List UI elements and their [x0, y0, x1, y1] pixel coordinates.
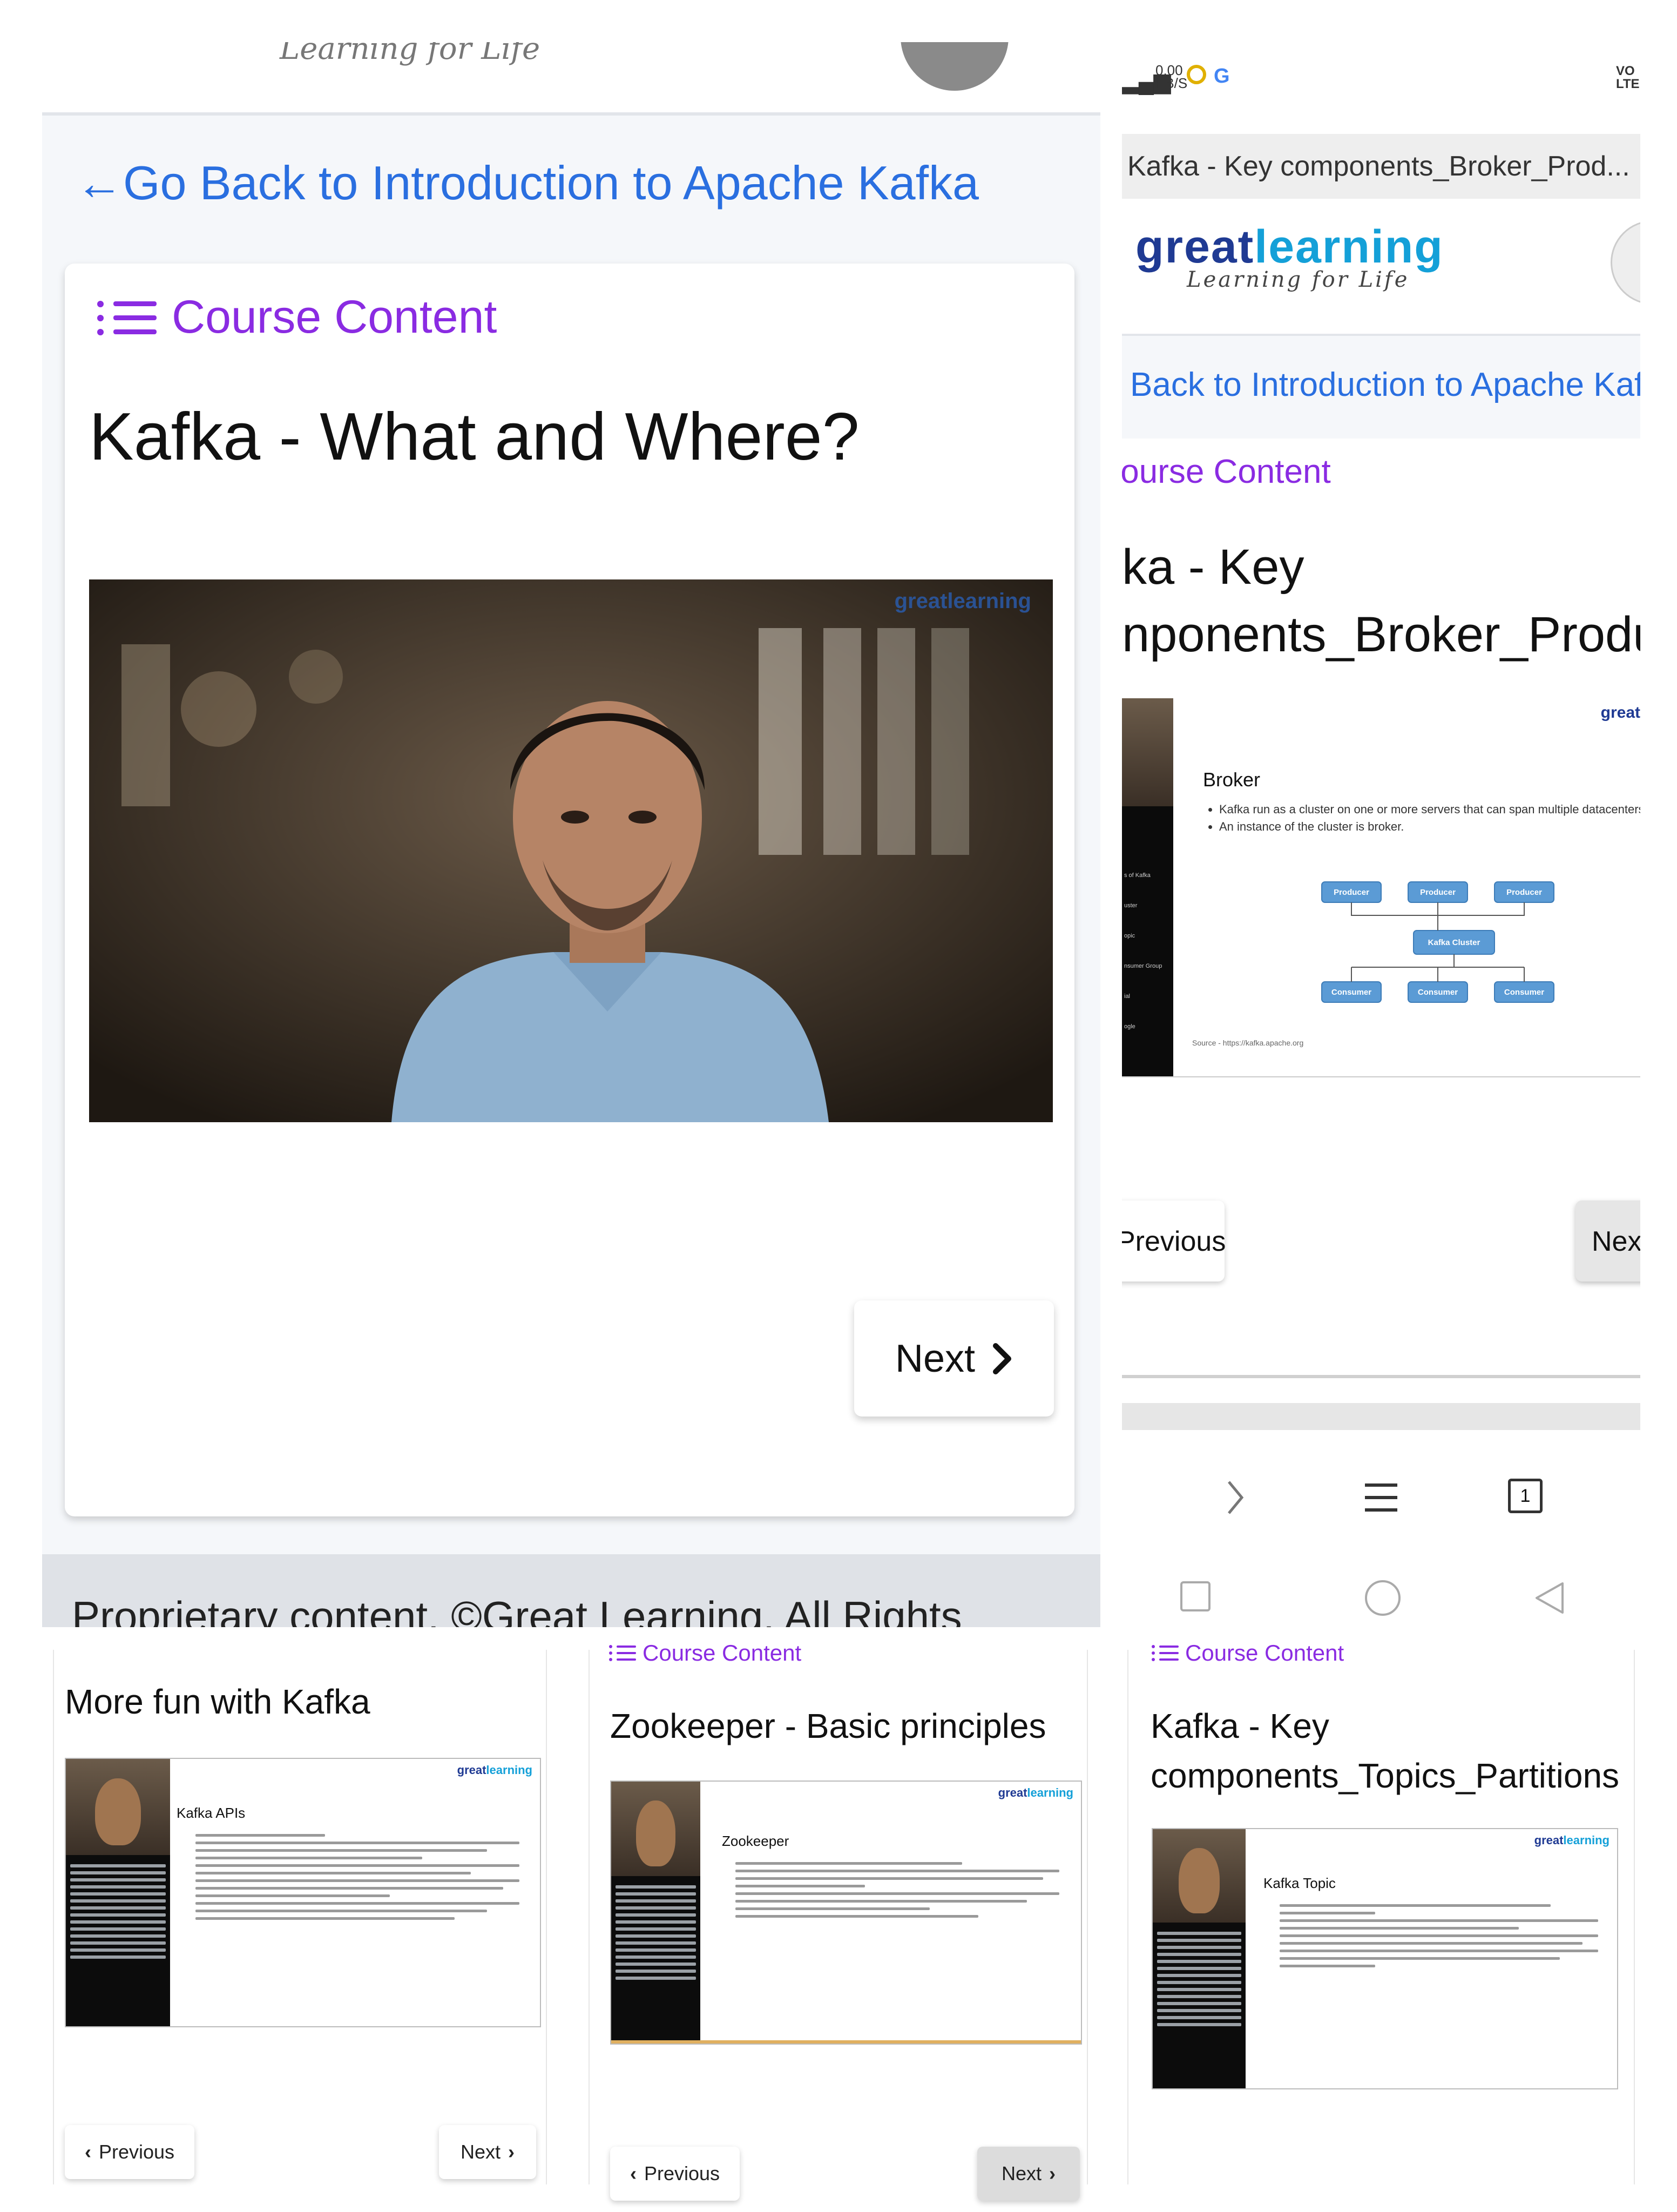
- avatar[interactable]: [1611, 220, 1640, 305]
- chevron-right-icon: ›: [1049, 2162, 1056, 2184]
- slide-text: [735, 1857, 1059, 1923]
- back-link[interactable]: ←Go Back to Introduction to Apache Kafka: [76, 156, 979, 211]
- footer: Proprietary content. ©Great Learning. Al…: [42, 1554, 1100, 1627]
- previous-button[interactable]: ‹ Previous: [65, 2125, 194, 2179]
- next-button-label: Next: [895, 1337, 976, 1380]
- next-button-label: Nex: [1592, 1226, 1640, 1257]
- list-icon: [97, 299, 157, 336]
- lesson-title: Kafka - Key components_Topics_Partitions: [1151, 1707, 1620, 1795]
- course-screen-broker: ▂▄▆ 0.00 KB/S G VO LTE Kafka - Key compon…: [1122, 42, 1640, 1627]
- slide-heading: Kafka APIs: [177, 1805, 246, 1821]
- volte-indicator: VO LTE: [1616, 64, 1640, 91]
- notification-icon: [1187, 65, 1206, 84]
- course-content-label: Course Content: [172, 291, 497, 343]
- logo-tagline: Learning for Life: [280, 42, 540, 66]
- list-icon: [609, 1645, 636, 1661]
- video-player[interactable]: greatlearning Zookeeper: [610, 1781, 1082, 2045]
- tabs-icon[interactable]: 1: [1508, 1479, 1543, 1513]
- back-link-label: Go Back to Introduction to Apache Kafka: [123, 156, 979, 210]
- slide-text: [195, 1829, 519, 1925]
- course-screen-what-and-where: Learning for Life ←Go Back to Introducti…: [42, 42, 1100, 1627]
- previous-button-label: Previous: [644, 2162, 720, 2184]
- course-screen-topics: Course Content Kafka - Key components_To…: [1127, 1640, 1635, 2184]
- course-screen-more-fun: More fun with Kafka greatlearning Kafka …: [53, 1650, 547, 2184]
- system-nav-bar: [1122, 1565, 1640, 1627]
- broker-diagram: Producer Producer Producer Kafka Cluster…: [1321, 881, 1554, 1003]
- back-icon[interactable]: [1532, 1580, 1568, 1616]
- slide-text: [1280, 1899, 1598, 1972]
- lesson-title: Kafka - What and Where?: [89, 400, 860, 474]
- chevron-left-icon: ‹: [630, 2162, 637, 2184]
- back-link-label: Back to Introduction to Apache Kafl: [1130, 366, 1640, 403]
- course-content-toggle[interactable]: :ourse Content: [1122, 453, 1331, 491]
- slide-heading: Broker: [1203, 768, 1261, 791]
- home-icon[interactable]: [1365, 1580, 1401, 1616]
- next-button[interactable]: Next ›: [977, 2147, 1080, 2201]
- course-content-toggle[interactable]: Course Content: [609, 1640, 801, 1666]
- video-watermark: greatlearning: [894, 589, 1031, 613]
- previous-button-label: Previous: [1122, 1226, 1226, 1257]
- chevron-right-icon: [993, 1343, 1012, 1374]
- next-button[interactable]: Nex: [1575, 1201, 1640, 1282]
- status-bar: ▂▄▆ 0.00 KB/S G VO LTE: [1122, 62, 1640, 102]
- browser-nav-bar: 1: [1122, 1457, 1640, 1533]
- slide-heading: Zookeeper: [722, 1833, 789, 1849]
- slide-source: Source - https://kafka.apache.org: [1192, 1038, 1304, 1047]
- net-speed: 0.00 KB/S: [1155, 62, 1188, 91]
- next-button-label: Next: [1001, 2162, 1042, 2184]
- slide-logo: greatlearning: [998, 1786, 1073, 1799]
- header-bar: Learning for Life: [42, 42, 1100, 116]
- divider: [1122, 1375, 1640, 1378]
- slide-logo: greatlearning: [457, 1763, 532, 1777]
- lesson-card: Course Content Kafka - What and Where? g…: [65, 264, 1074, 1516]
- footer-text: Proprietary content. ©Great Learning. Al…: [72, 1593, 962, 1627]
- lesson-title: ka - Key nponents_Broker_Produ: [1122, 539, 1640, 662]
- next-button[interactable]: Next ›: [439, 2125, 536, 2179]
- producer-node: Producer: [1420, 888, 1456, 897]
- google-icon: G: [1214, 65, 1230, 87]
- previous-button[interactable]: Previous: [1122, 1201, 1226, 1282]
- slide-logo: great: [1600, 704, 1640, 721]
- lesson-title: More fun with Kafka: [65, 1682, 370, 1721]
- video-player[interactable]: greatlearning Kafka Topic: [1152, 1828, 1618, 2089]
- lesson-title: Zookeeper - Basic principles: [610, 1707, 1046, 1745]
- browser-toolbar-gap: [1122, 1403, 1640, 1430]
- menu-icon[interactable]: [1362, 1479, 1400, 1516]
- next-button-label: Next: [460, 2141, 501, 2163]
- list-icon: [1152, 1645, 1179, 1661]
- consumer-node: Consumer: [1504, 988, 1544, 997]
- next-button[interactable]: Next: [854, 1300, 1054, 1417]
- forward-icon[interactable]: [1225, 1479, 1246, 1516]
- avatar[interactable]: [901, 42, 1009, 91]
- video-frame: [89, 579, 1053, 1122]
- course-content-toggle[interactable]: Course Content: [97, 291, 497, 344]
- course-content-toggle[interactable]: Course Content: [1152, 1640, 1344, 1666]
- consumer-node: Consumer: [1418, 988, 1458, 997]
- video-player[interactable]: greatlearning: [89, 579, 1053, 1122]
- recents-icon[interactable]: [1180, 1581, 1211, 1611]
- chevron-right-icon: ›: [508, 2141, 515, 2163]
- previous-button[interactable]: ‹ Previous: [610, 2147, 740, 2201]
- tab-title-text: Kafka - Key components_Broker_Prod...: [1127, 151, 1630, 182]
- slide-sidebar: s of Kafka uster opic nsumer Group ial o…: [1122, 698, 1173, 1076]
- cluster-node: Kafka Cluster: [1428, 938, 1480, 947]
- back-link[interactable]: Back to Introduction to Apache Kafl: [1122, 334, 1640, 439]
- chevron-left-icon: ‹: [84, 2141, 91, 2163]
- previous-button-label: Previous: [98, 2141, 175, 2163]
- browser-tab-title[interactable]: Kafka - Key components_Broker_Prod...: [1122, 134, 1640, 199]
- video-player[interactable]: s of Kafka uster opic nsumer Group ial o…: [1122, 698, 1640, 1077]
- producer-node: Producer: [1334, 888, 1369, 897]
- logo-tagline: Learning for Life: [1187, 267, 1410, 292]
- greatlearning-logo[interactable]: greatlearning Learning for Life: [1135, 220, 1444, 292]
- slide-logo: greatlearning: [1534, 1833, 1610, 1847]
- video-player[interactable]: greatlearning Kafka APIs: [65, 1758, 541, 2027]
- slide-bullets: Kafka run as a cluster on one or more se…: [1198, 801, 1640, 835]
- arrow-left-icon: ←: [76, 156, 123, 210]
- consumer-node: Consumer: [1331, 988, 1371, 997]
- course-screen-zookeeper: Course Content Zookeeper - Basic princip…: [589, 1640, 1088, 2201]
- producer-node: Producer: [1506, 888, 1542, 897]
- slide-heading: Kafka Topic: [1263, 1875, 1336, 1891]
